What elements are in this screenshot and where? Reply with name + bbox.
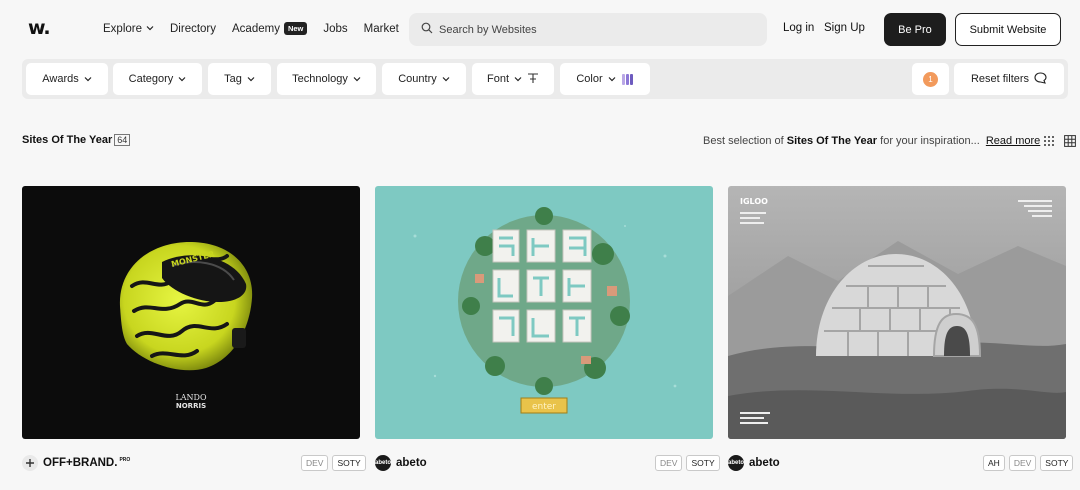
submit-website-button[interactable]: Submit Website (955, 13, 1061, 46)
tag-dev[interactable]: DEV (1008, 455, 1037, 471)
color-swatch-icon (621, 73, 634, 85)
section-title-label: Sites Of The Year (22, 134, 113, 146)
be-pro-button[interactable]: Be Pro (884, 13, 946, 46)
nav-market[interactable]: Market (364, 23, 399, 35)
filter-category[interactable]: Category (113, 63, 202, 95)
helmet-thumbnail-image: MONSTER LANDO NORRIS (22, 186, 360, 439)
section-title: Sites Of The Year 64 (22, 134, 131, 146)
chat-bubble-icon (1029, 71, 1047, 87)
card-author[interactable]: abeto abeto (728, 455, 780, 471)
nav-directory[interactable]: Directory (170, 23, 216, 35)
site-card-thumbnail[interactable]: IGLOO (728, 186, 1066, 439)
nav-academy[interactable]: Academy New (232, 22, 308, 35)
top-navigation: w. Explore Directory Academy New Jobs Ma… (0, 0, 1080, 58)
site-card-thumbnail[interactable]: MONSTER LANDO NORRIS (22, 186, 360, 439)
active-filters-count[interactable]: 1 (912, 63, 949, 95)
svg-text:LANDO: LANDO (175, 393, 207, 402)
section-desc-prefix: Best selection of (703, 135, 784, 147)
main-nav-links: Explore Directory Academy New Jobs Marke… (103, 22, 415, 35)
nav-market-label: Market (363, 22, 399, 35)
nav-directory-label: Directory (170, 22, 217, 35)
filter-font[interactable]: Font (472, 63, 554, 95)
author-avatar (22, 455, 38, 471)
section-description: Best selection of Sites Of The Year for … (703, 135, 1040, 147)
site-card-thumbnail[interactable]: enter (375, 186, 713, 439)
chevron-down-icon (442, 75, 450, 84)
search-bar[interactable] (409, 13, 767, 46)
filter-awards[interactable]: Awards (26, 63, 108, 95)
read-more-link[interactable]: Read more (986, 135, 1040, 147)
tag-dev[interactable]: DEV (301, 455, 329, 471)
nav-jobs[interactable]: Jobs (323, 23, 347, 35)
igloo-thumbnail-image: IGLOO (728, 186, 1066, 439)
grid-dots-icon[interactable] (1034, 134, 1055, 152)
author-avatar: abeto (728, 455, 744, 471)
section-count: 64 (114, 134, 131, 146)
signup-link[interactable]: Sign Up (824, 22, 865, 34)
tag-ah[interactable]: AH (983, 455, 1005, 471)
filter-tag-label: Tag (224, 73, 242, 85)
card-tags: DEV SOTY (297, 455, 366, 471)
chevron-down-icon (146, 24, 154, 33)
chevron-down-icon (514, 75, 522, 84)
filter-awards-label: Awards (42, 73, 79, 85)
author-avatar: abeto (375, 455, 391, 471)
search-input[interactable] (439, 23, 739, 36)
filter-country[interactable]: Country (382, 63, 466, 95)
reset-filters-label: Reset filters (970, 73, 1030, 85)
count-badge: 1 (923, 71, 938, 87)
chevron-down-icon (608, 75, 616, 84)
site-logo[interactable]: w. (28, 17, 51, 39)
svg-text:NORRIS: NORRIS (176, 402, 206, 410)
card-author[interactable]: OFF+BRAND. PRO (22, 455, 130, 471)
author-name-text: abeto (749, 457, 780, 469)
filter-technology-label: Technology (292, 73, 348, 85)
filter-technology[interactable]: Technology (277, 63, 376, 95)
globe-thumbnail-image: enter (375, 186, 713, 439)
svg-text:enter: enter (532, 402, 556, 412)
author-name-text: OFF+BRAND. (43, 457, 118, 469)
nav-explore-label: Explore (103, 22, 142, 35)
tag-soty[interactable]: SOTY (332, 455, 366, 471)
view-toggle (1034, 134, 1076, 152)
tag-soty[interactable]: SOTY (686, 455, 720, 471)
search-icon (421, 22, 439, 37)
nav-academy-label: Academy (232, 22, 280, 35)
section-desc-bold: Sites Of The Year (786, 135, 878, 147)
chevron-down-icon (178, 75, 186, 84)
card-tags: AH DEV SOTY (979, 455, 1074, 471)
filter-category-label: Category (128, 73, 174, 85)
chevron-down-icon (247, 75, 255, 84)
card-author[interactable]: abeto abeto (375, 455, 427, 471)
chevron-down-icon (353, 75, 361, 84)
nav-jobs-label: Jobs (323, 22, 348, 35)
card-tags: DEV SOTY (651, 455, 720, 471)
author-name: OFF+BRAND. PRO (43, 457, 130, 469)
filter-tag[interactable]: Tag (208, 63, 271, 95)
filter-color[interactable]: Color (560, 63, 650, 95)
new-badge: New (283, 22, 308, 35)
reset-filters-button[interactable]: Reset filters (954, 63, 1064, 95)
author-name: abeto (396, 457, 427, 469)
pro-badge: PRO (119, 457, 131, 463)
chevron-down-icon (84, 75, 92, 84)
tag-soty[interactable]: SOTY (1040, 455, 1074, 471)
filter-color-label: Color (576, 73, 603, 85)
filter-country-label: Country (398, 73, 437, 85)
svg-text:IGLOO: IGLOO (740, 197, 768, 206)
nav-explore[interactable]: Explore (103, 23, 154, 35)
login-link[interactable]: Log in (783, 22, 814, 34)
font-size-icon (527, 72, 539, 87)
grid-large-icon[interactable] (1055, 134, 1076, 152)
tag-dev[interactable]: DEV (655, 455, 683, 471)
author-name: abeto (749, 457, 780, 469)
filter-font-label: Font (486, 73, 509, 85)
author-name-text: abeto (396, 457, 427, 469)
section-desc-suffix: for your inspiration... (880, 135, 980, 147)
filter-bar: Awards Category Tag Technology Country F… (22, 59, 1068, 99)
